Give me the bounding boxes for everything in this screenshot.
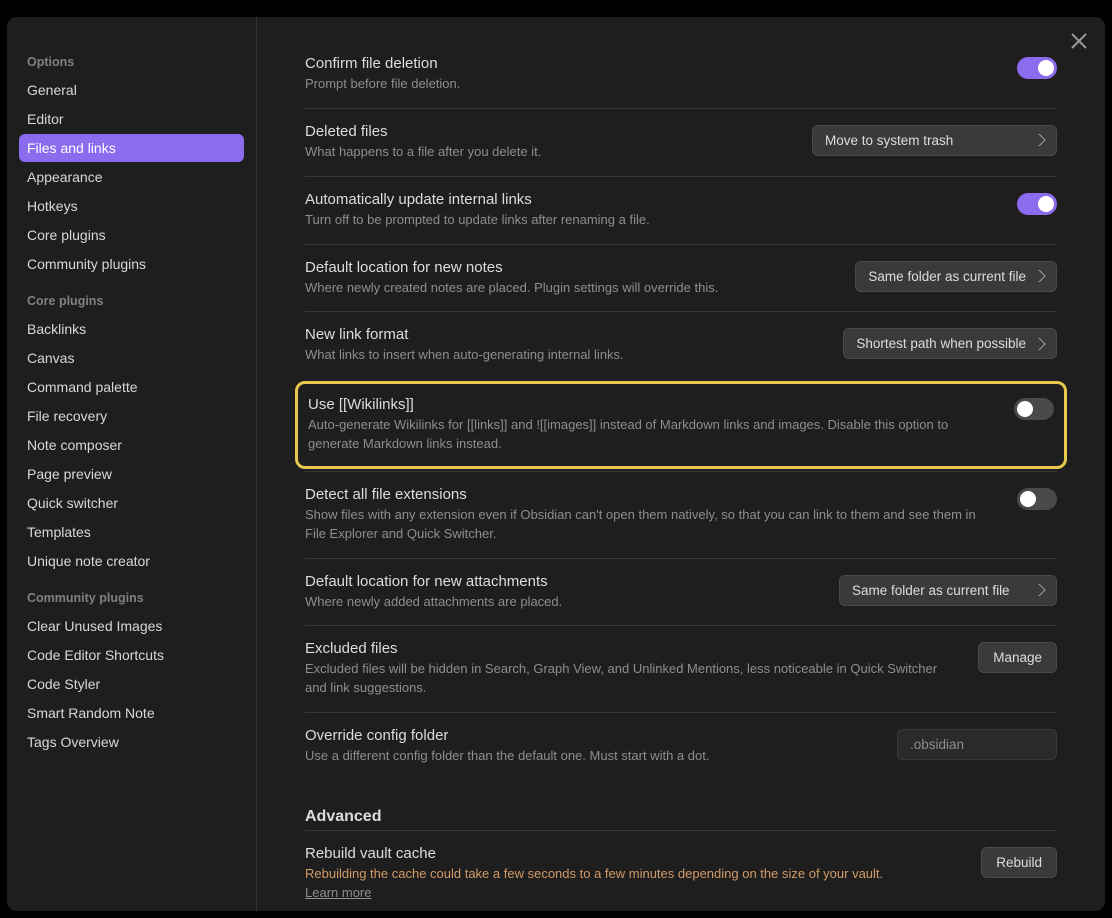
link-format-select[interactable]: Shortest path when possible bbox=[843, 328, 1057, 359]
nav-smart-random[interactable]: Smart Random Note bbox=[19, 699, 244, 727]
setting-detect-extensions: Detect all file extensions Show files wi… bbox=[305, 471, 1057, 558]
setting-desc: Where newly added attachments are placed… bbox=[305, 593, 815, 612]
nav-code-shortcuts[interactable]: Code Editor Shortcuts bbox=[19, 641, 244, 669]
deleted-files-select[interactable]: Move to system trash bbox=[812, 125, 1057, 156]
advanced-heading: Advanced bbox=[305, 780, 1057, 830]
setting-auto-update-links: Automatically update internal links Turn… bbox=[305, 176, 1057, 244]
setting-attachment-location: Default location for new attachments Whe… bbox=[305, 558, 1057, 626]
nav-appearance[interactable]: Appearance bbox=[19, 163, 244, 191]
setting-desc: Prompt before file deletion. bbox=[305, 75, 993, 94]
setting-desc: What links to insert when auto-generatin… bbox=[305, 346, 819, 365]
setting-deleted-files: Deleted files What happens to a file aft… bbox=[305, 108, 1057, 176]
setting-desc: Use a different config folder than the d… bbox=[305, 747, 873, 766]
nav-community-plugins[interactable]: Community plugins bbox=[19, 250, 244, 278]
nav-tags-overview[interactable]: Tags Overview bbox=[19, 728, 244, 756]
setting-override-config: Override config folder Use a different c… bbox=[305, 712, 1057, 780]
setting-excluded-files: Excluded files Excluded files will be hi… bbox=[305, 625, 1057, 712]
nav-files-links[interactable]: Files and links bbox=[19, 134, 244, 162]
settings-content: Confirm file deletion Prompt before file… bbox=[257, 17, 1105, 911]
nav-note-composer[interactable]: Note composer bbox=[19, 431, 244, 459]
setting-title: Automatically update internal links bbox=[305, 191, 993, 208]
setting-title: New link format bbox=[305, 326, 819, 343]
nav-unique-note[interactable]: Unique note creator bbox=[19, 547, 244, 575]
nav-file-recovery[interactable]: File recovery bbox=[19, 402, 244, 430]
section-header-community: Community plugins bbox=[19, 585, 244, 611]
nav-command-palette[interactable]: Command palette bbox=[19, 373, 244, 401]
nav-page-preview[interactable]: Page preview bbox=[19, 460, 244, 488]
manage-button[interactable]: Manage bbox=[978, 642, 1057, 673]
setting-desc: Where newly created notes are placed. Pl… bbox=[305, 279, 831, 298]
settings-sidebar: Options General Editor Files and links A… bbox=[7, 17, 257, 911]
setting-title: Use [[Wikilinks]] bbox=[308, 396, 990, 413]
nav-general[interactable]: General bbox=[19, 76, 244, 104]
setting-desc: Excluded files will be hidden in Search,… bbox=[305, 660, 954, 698]
nav-editor[interactable]: Editor bbox=[19, 105, 244, 133]
setting-title: Confirm file deletion bbox=[305, 55, 993, 72]
setting-desc: Turn off to be prompted to update links … bbox=[305, 211, 993, 230]
settings-modal: Options General Editor Files and links A… bbox=[7, 17, 1105, 911]
setting-title: Default location for new attachments bbox=[305, 573, 815, 590]
nav-code-styler[interactable]: Code Styler bbox=[19, 670, 244, 698]
setting-title: Override config folder bbox=[305, 727, 873, 744]
setting-title: Detect all file extensions bbox=[305, 486, 993, 503]
section-header-core: Core plugins bbox=[19, 288, 244, 314]
setting-desc: What happens to a file after you delete … bbox=[305, 143, 788, 162]
auto-update-toggle[interactable] bbox=[1017, 193, 1057, 215]
setting-title: Excluded files bbox=[305, 640, 954, 657]
setting-title: Rebuild vault cache bbox=[305, 845, 957, 862]
nav-canvas[interactable]: Canvas bbox=[19, 344, 244, 372]
confirm-delete-toggle[interactable] bbox=[1017, 57, 1057, 79]
section-header-options: Options bbox=[19, 49, 244, 75]
setting-rebuild-cache: Rebuild vault cache Rebuilding the cache… bbox=[305, 830, 1057, 911]
nav-core-plugins[interactable]: Core plugins bbox=[19, 221, 244, 249]
rebuild-button[interactable]: Rebuild bbox=[981, 847, 1057, 878]
setting-confirm-delete: Confirm file deletion Prompt before file… bbox=[305, 55, 1057, 108]
learn-more-link[interactable]: Learn more bbox=[305, 885, 371, 900]
attachment-location-select[interactable]: Same folder as current file bbox=[839, 575, 1057, 606]
nav-clear-unused[interactable]: Clear Unused Images bbox=[19, 612, 244, 640]
rebuild-warning: Rebuilding the cache could take a few se… bbox=[305, 866, 883, 881]
nav-quick-switcher[interactable]: Quick switcher bbox=[19, 489, 244, 517]
setting-note-location: Default location for new notes Where new… bbox=[305, 244, 1057, 312]
setting-wikilinks: Use [[Wikilinks]] Auto-generate Wikilink… bbox=[295, 381, 1067, 469]
setting-desc: Show files with any extension even if Ob… bbox=[305, 506, 993, 544]
setting-title: Deleted files bbox=[305, 123, 788, 140]
setting-desc: Auto-generate Wikilinks for [[links]] an… bbox=[308, 416, 990, 454]
setting-link-format: New link format What links to insert whe… bbox=[305, 311, 1057, 379]
nav-hotkeys[interactable]: Hotkeys bbox=[19, 192, 244, 220]
wikilinks-toggle[interactable] bbox=[1014, 398, 1054, 420]
note-location-select[interactable]: Same folder as current file bbox=[855, 261, 1057, 292]
setting-title: Default location for new notes bbox=[305, 259, 831, 276]
detect-ext-toggle[interactable] bbox=[1017, 488, 1057, 510]
config-folder-input[interactable]: .obsidian bbox=[897, 729, 1057, 760]
nav-backlinks[interactable]: Backlinks bbox=[19, 315, 244, 343]
nav-templates[interactable]: Templates bbox=[19, 518, 244, 546]
close-button[interactable] bbox=[1067, 29, 1091, 53]
